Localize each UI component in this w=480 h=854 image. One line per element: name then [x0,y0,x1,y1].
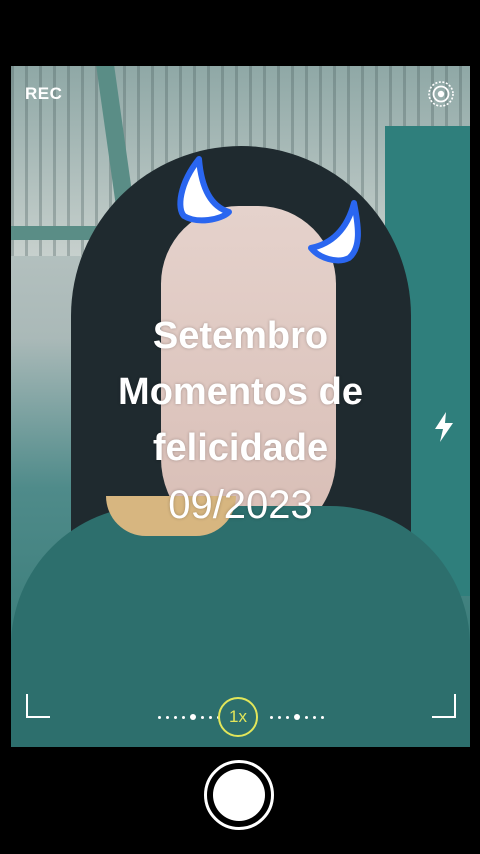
zoom-tick [209,715,212,719]
frame-corner-bottom-left [26,694,50,718]
devil-horn-right-icon [308,200,361,264]
caption-line-3: felicidade [152,427,329,469]
zoom-tick [321,715,324,719]
shutter-inner [213,769,265,821]
zoom-tick [270,715,273,719]
zoom-scale-left[interactable] [158,714,220,720]
concentric-circle-icon[interactable] [427,80,455,108]
zoom-tick [278,715,281,719]
devil-horn-left-icon [177,156,232,224]
flash-icon[interactable] [432,411,456,443]
zoom-level-button[interactable]: 1x [218,697,258,737]
zoom-tick [305,715,308,719]
caption-line-1: Setembro [152,315,329,357]
rec-indicator: REC [25,84,63,103]
caption-date: 09/2023 [168,483,313,527]
zoom-tick-major [294,714,300,720]
zoom-tick [182,715,185,719]
zoom-tick [313,715,316,719]
zoom-tick-major [190,714,196,720]
caption-line-2: Momentos de [118,371,363,413]
story-caption: Setembro Momentos de felicidade 09/2023 [11,308,470,534]
zoom-tick [166,715,169,719]
shutter-button[interactable] [204,760,274,830]
zoom-scale-right[interactable] [270,714,324,720]
zoom-tick [201,715,204,719]
frame-corner-bottom-right [432,694,456,718]
zoom-tick [158,715,161,719]
zoom-tick [174,715,177,719]
zoom-tick [286,715,289,719]
